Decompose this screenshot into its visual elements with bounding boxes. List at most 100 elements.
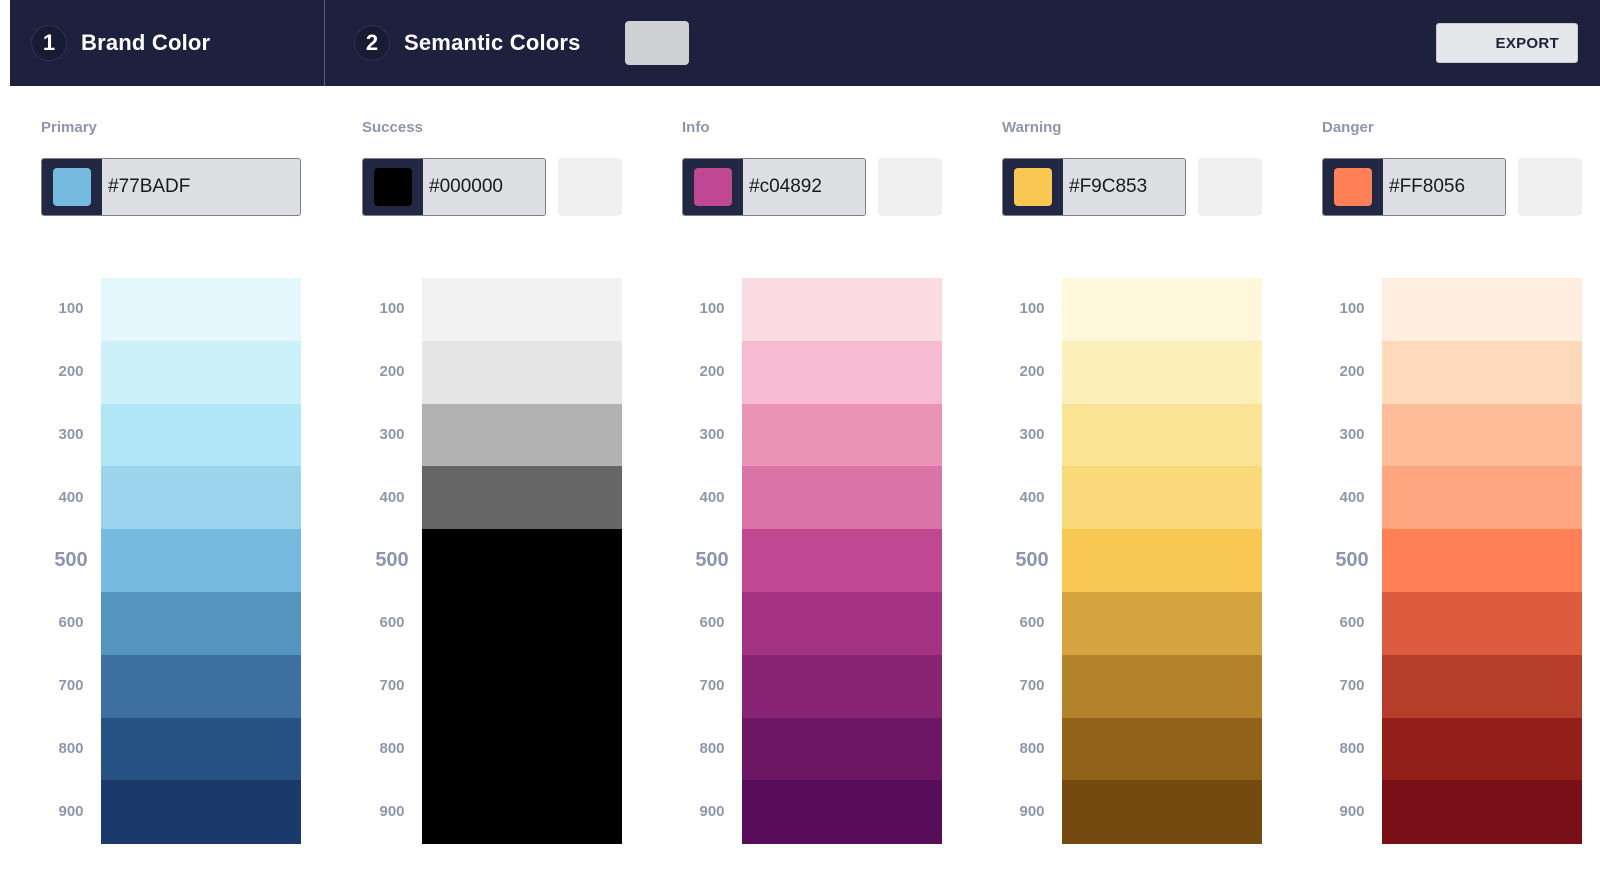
shade-swatch-400[interactable] <box>101 466 301 530</box>
color-swatch-chip[interactable] <box>1334 168 1372 206</box>
step-semantic-colors[interactable]: 2 Semantic Colors <box>354 0 581 86</box>
tone-label: 500 <box>375 548 409 571</box>
color-options-box[interactable] <box>1198 158 1262 216</box>
hex-value[interactable]: #c04892 <box>749 159 822 215</box>
shade-swatch-800[interactable] <box>422 717 622 781</box>
shade-swatch-200[interactable] <box>742 340 942 405</box>
tone-label: 400 <box>379 488 405 506</box>
shade-swatch-400[interactable] <box>422 466 622 530</box>
color-swatch-chip[interactable] <box>374 168 412 206</box>
shade-swatch-100[interactable] <box>1062 278 1262 342</box>
tone-label: 500 <box>54 548 88 571</box>
tone-label: 300 <box>58 426 84 443</box>
tone-label: 600 <box>1019 614 1045 632</box>
shade-swatch-800[interactable] <box>101 717 301 781</box>
tone-label: 500 <box>695 548 729 571</box>
shade-swatch-200[interactable] <box>422 340 622 405</box>
step-number-badge: 1 <box>31 25 67 61</box>
shade-swatch-300[interactable] <box>1382 403 1582 467</box>
color-picker-well[interactable] <box>1323 159 1383 215</box>
shade-swatch-700[interactable] <box>101 654 301 719</box>
hex-value[interactable]: #F9C853 <box>1069 159 1147 215</box>
shade-swatch-300[interactable] <box>422 403 622 467</box>
hex-value[interactable]: #000000 <box>429 159 503 215</box>
color-hex-input[interactable]: #77BADF <box>41 158 301 216</box>
shade-swatch-700[interactable] <box>1062 654 1262 719</box>
shade-swatch-100[interactable] <box>101 278 301 342</box>
tone-label: 800 <box>379 740 405 757</box>
tone-label: 500 <box>1335 548 1369 571</box>
shade-swatch-100[interactable] <box>422 278 622 342</box>
shade-swatch-900[interactable] <box>742 780 942 844</box>
shade-swatch-500[interactable] <box>1382 529 1582 593</box>
color-picker-well[interactable] <box>1003 159 1063 215</box>
shade-swatch-900[interactable] <box>1062 780 1262 844</box>
hex-value[interactable]: #77BADF <box>108 159 190 215</box>
shade-swatch-600[interactable] <box>1062 592 1262 656</box>
shade-swatch-300[interactable] <box>1062 403 1262 467</box>
shade-swatch-500[interactable] <box>101 529 301 593</box>
tone-label: 100 <box>1339 300 1365 318</box>
shade-swatch-800[interactable] <box>1062 717 1262 781</box>
color-options-box[interactable] <box>878 158 942 216</box>
export-button[interactable]: EXPORT <box>1436 23 1578 63</box>
color-swatch-chip[interactable] <box>1014 168 1052 206</box>
tone-label: 300 <box>379 426 405 443</box>
color-options-box[interactable] <box>558 158 622 216</box>
tone-label: 500 <box>1015 548 1049 571</box>
header-preview-swatch[interactable] <box>625 21 689 65</box>
shade-swatch-700[interactable] <box>742 654 942 719</box>
tone-label: 900 <box>699 802 725 820</box>
shade-swatch-600[interactable] <box>101 592 301 656</box>
palette-label: Info <box>682 119 710 136</box>
shade-swatch-500[interactable] <box>1062 529 1262 593</box>
tone-label: 600 <box>1339 614 1365 632</box>
shade-swatch-800[interactable] <box>742 717 942 781</box>
shade-swatch-700[interactable] <box>1382 654 1582 719</box>
shade-swatch-900[interactable] <box>422 780 622 844</box>
color-hex-input[interactable]: #FF8056 <box>1322 158 1506 216</box>
step-number-badge: 2 <box>354 25 390 61</box>
shade-swatch-800[interactable] <box>1382 717 1582 781</box>
hex-value[interactable]: #FF8056 <box>1389 159 1465 215</box>
tone-label: 600 <box>58 614 84 632</box>
tone-label: 800 <box>58 740 84 757</box>
shade-swatch-200[interactable] <box>101 340 301 405</box>
palette-label: Danger <box>1322 119 1374 136</box>
shade-swatch-900[interactable] <box>101 780 301 844</box>
shade-swatch-600[interactable] <box>742 592 942 656</box>
tone-label: 300 <box>1339 426 1365 443</box>
color-hex-input[interactable]: #F9C853 <box>1002 158 1186 216</box>
shade-swatch-300[interactable] <box>101 403 301 467</box>
color-swatch-chip[interactable] <box>53 168 91 206</box>
shade-swatch-600[interactable] <box>1382 592 1582 656</box>
color-hex-input[interactable]: #c04892 <box>682 158 866 216</box>
color-picker-well[interactable] <box>42 159 102 215</box>
tone-label: 900 <box>1339 802 1365 820</box>
shade-swatch-700[interactable] <box>422 654 622 719</box>
tone-label: 600 <box>699 614 725 632</box>
tone-label: 400 <box>58 488 84 506</box>
color-swatch-chip[interactable] <box>694 168 732 206</box>
step-brand-color[interactable]: 1 Brand Color <box>31 0 210 86</box>
shade-swatch-100[interactable] <box>1382 278 1582 342</box>
shade-swatch-400[interactable] <box>1382 466 1582 530</box>
shade-swatch-600[interactable] <box>422 592 622 656</box>
color-options-box[interactable] <box>1518 158 1582 216</box>
shade-swatch-100[interactable] <box>742 278 942 342</box>
shade-swatch-200[interactable] <box>1382 340 1582 405</box>
color-picker-well[interactable] <box>683 159 743 215</box>
color-picker-well[interactable] <box>363 159 423 215</box>
color-hex-input[interactable]: #000000 <box>362 158 546 216</box>
tone-label: 800 <box>1019 740 1045 757</box>
shade-swatch-200[interactable] <box>1062 340 1262 405</box>
shade-swatch-400[interactable] <box>1062 466 1262 530</box>
shade-swatch-400[interactable] <box>742 466 942 530</box>
shade-swatch-500[interactable] <box>742 529 942 593</box>
tone-label: 100 <box>58 300 84 318</box>
shade-swatch-300[interactable] <box>742 403 942 467</box>
tone-label: 800 <box>1339 740 1365 757</box>
shade-swatch-500[interactable] <box>422 529 622 593</box>
top-bar <box>10 0 1600 86</box>
shade-swatch-900[interactable] <box>1382 780 1582 844</box>
